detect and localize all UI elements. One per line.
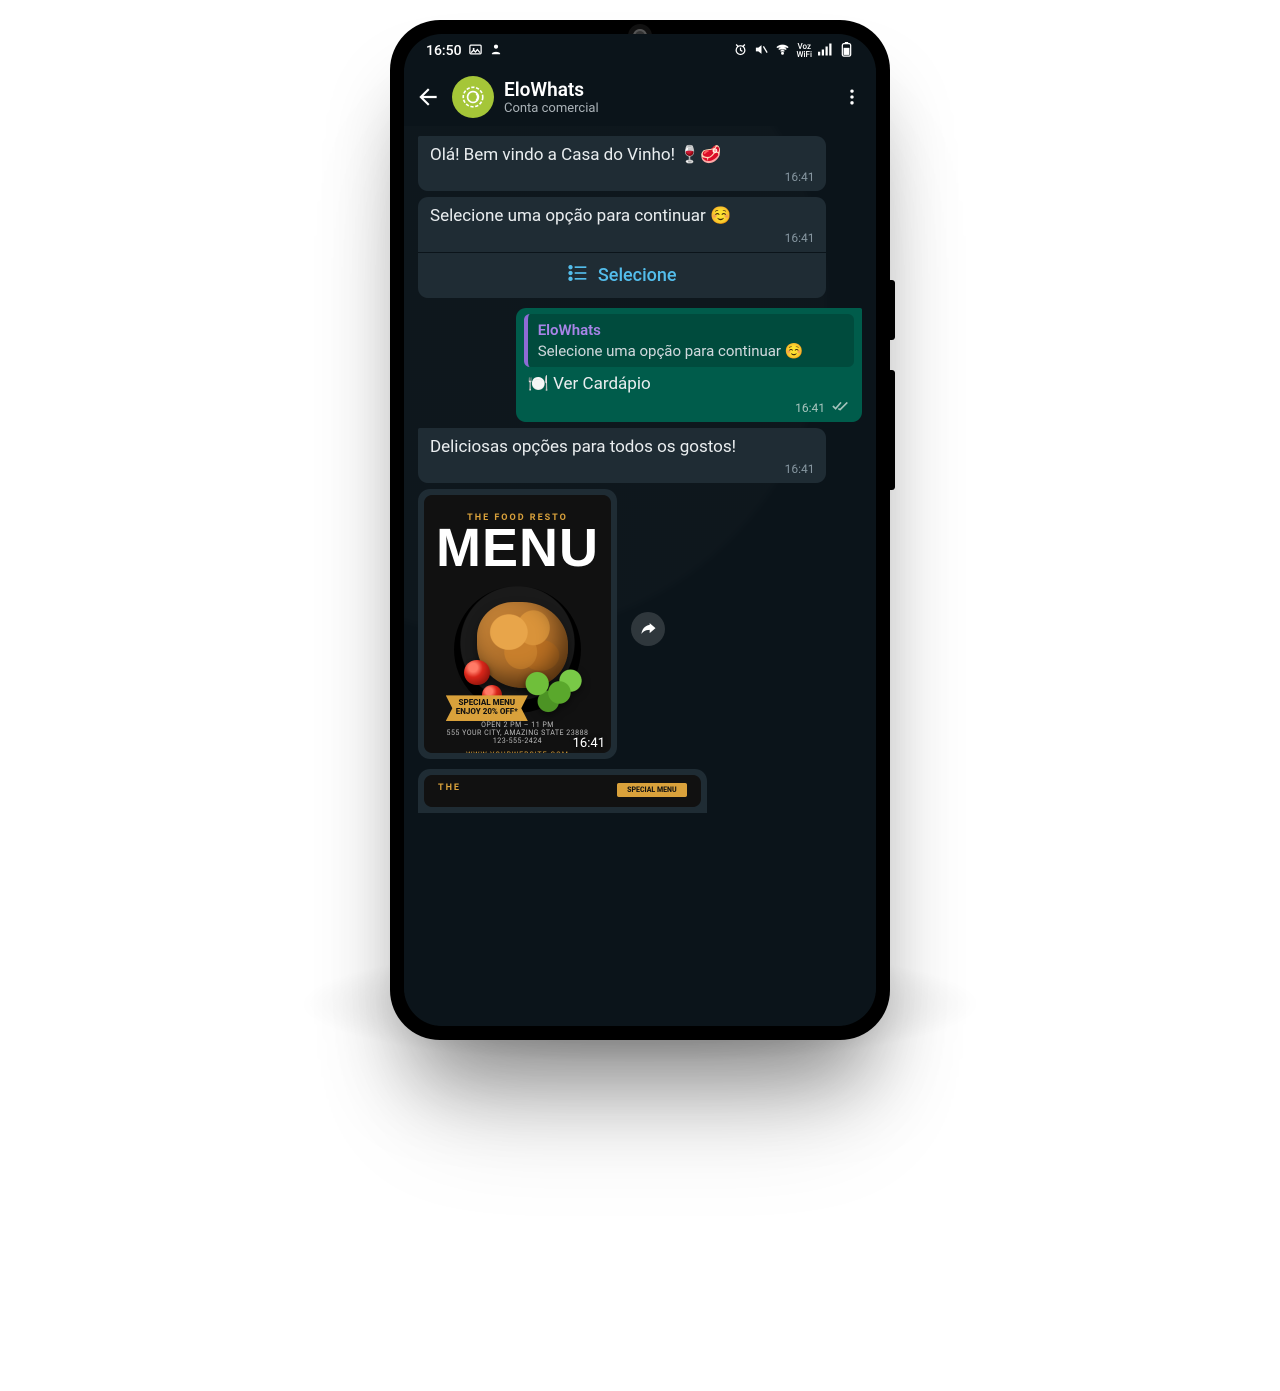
image-message-preview[interactable]: THE SPECIAL MENU (418, 769, 707, 813)
outgoing-message[interactable]: EloWhats Selecione uma opção para contin… (516, 308, 862, 422)
incoming-message[interactable]: Deliciosas opções para todos os gostos! … (418, 428, 826, 483)
side-button-top (890, 280, 895, 340)
tomato-graphic (464, 660, 489, 685)
image-message[interactable]: THE FOOD RESTO MENU SPECIAL MENUENJOY 20… (418, 489, 617, 759)
read-receipt-icon (832, 400, 850, 412)
contact-subtitle: Conta comercial (504, 101, 828, 116)
person-icon (489, 42, 503, 60)
peek-right-badge: SPECIAL MENU (617, 783, 686, 797)
message-text: 🍽️ Ver Cardápio (528, 374, 651, 394)
message-time: 16:41 (430, 461, 814, 477)
message-time: 16:41 (573, 736, 605, 751)
incoming-message[interactable]: Selecione uma opção para continuar ☺️ 16… (418, 197, 826, 252)
chat-header: EloWhats Conta comercial (404, 68, 876, 126)
message-text: Olá! Bem vindo a Casa do Vinho! 🍷🥩 (430, 145, 722, 165)
wifi-icon (775, 42, 790, 61)
back-button[interactable] (414, 83, 442, 111)
chat-body[interactable]: Olá! Bem vindo a Casa do Vinho! 🍷🥩 16:41… (404, 126, 876, 1026)
incoming-message[interactable]: Olá! Bem vindo a Casa do Vinho! 🍷🥩 16:41 (418, 136, 826, 191)
menu-flyer: THE FOOD RESTO MENU SPECIAL MENUENJOY 20… (424, 495, 611, 753)
quoted-message[interactable]: EloWhats Selecione uma opção para contin… (524, 314, 854, 367)
peek-left-text: THE (438, 783, 461, 793)
flyer-title: MENU (436, 523, 599, 574)
image-message-row: THE FOOD RESTO MENU SPECIAL MENUENJOY 20… (418, 489, 862, 769)
screen: 16:50 VozWiFi (404, 34, 876, 1026)
image-icon (468, 42, 483, 61)
message-time: 16:41 (430, 169, 814, 185)
message-text: Deliciosas opções para todos os gostos! (430, 437, 736, 457)
forward-button[interactable] (631, 612, 665, 646)
battery-icon (839, 42, 854, 61)
flyer-footer: OPEN 2 PM – 11 PM 555 YOUR CITY, AMAZING… (447, 721, 589, 753)
contact-title-block[interactable]: EloWhats Conta comercial (504, 78, 828, 116)
status-time: 16:50 (426, 43, 462, 59)
quoted-sender: EloWhats (538, 320, 844, 340)
alarm-icon (733, 42, 748, 61)
side-button-bottom (890, 370, 895, 490)
contact-name: EloWhats (504, 78, 828, 101)
phone-frame: 16:50 VozWiFi (390, 20, 890, 1040)
message-time: 16:41 (795, 401, 825, 415)
contact-avatar[interactable] (452, 76, 494, 118)
food-plate-graphic (454, 586, 581, 713)
list-select-button[interactable]: Selecione (418, 252, 826, 298)
list-icon (568, 264, 588, 287)
vozwifi-indicator: VozWiFi (796, 43, 812, 59)
mute-icon (754, 42, 769, 61)
lettuce-graphic (515, 660, 589, 718)
message-time: 16:41 (430, 230, 814, 246)
status-bar: 16:50 VozWiFi (404, 34, 876, 68)
more-menu-button[interactable] (838, 87, 866, 107)
list-select-label: Selecione (598, 265, 677, 286)
promo-ribbon: SPECIAL MENUENJOY 20% OFF* (446, 695, 528, 721)
message-text: Selecione uma opção para continuar ☺️ (430, 206, 731, 226)
signal-icon (818, 42, 833, 61)
incoming-message-with-action: Selecione uma opção para continuar ☺️ 16… (418, 197, 826, 298)
quoted-text: Selecione uma opção para continuar ☺️ (538, 341, 844, 361)
